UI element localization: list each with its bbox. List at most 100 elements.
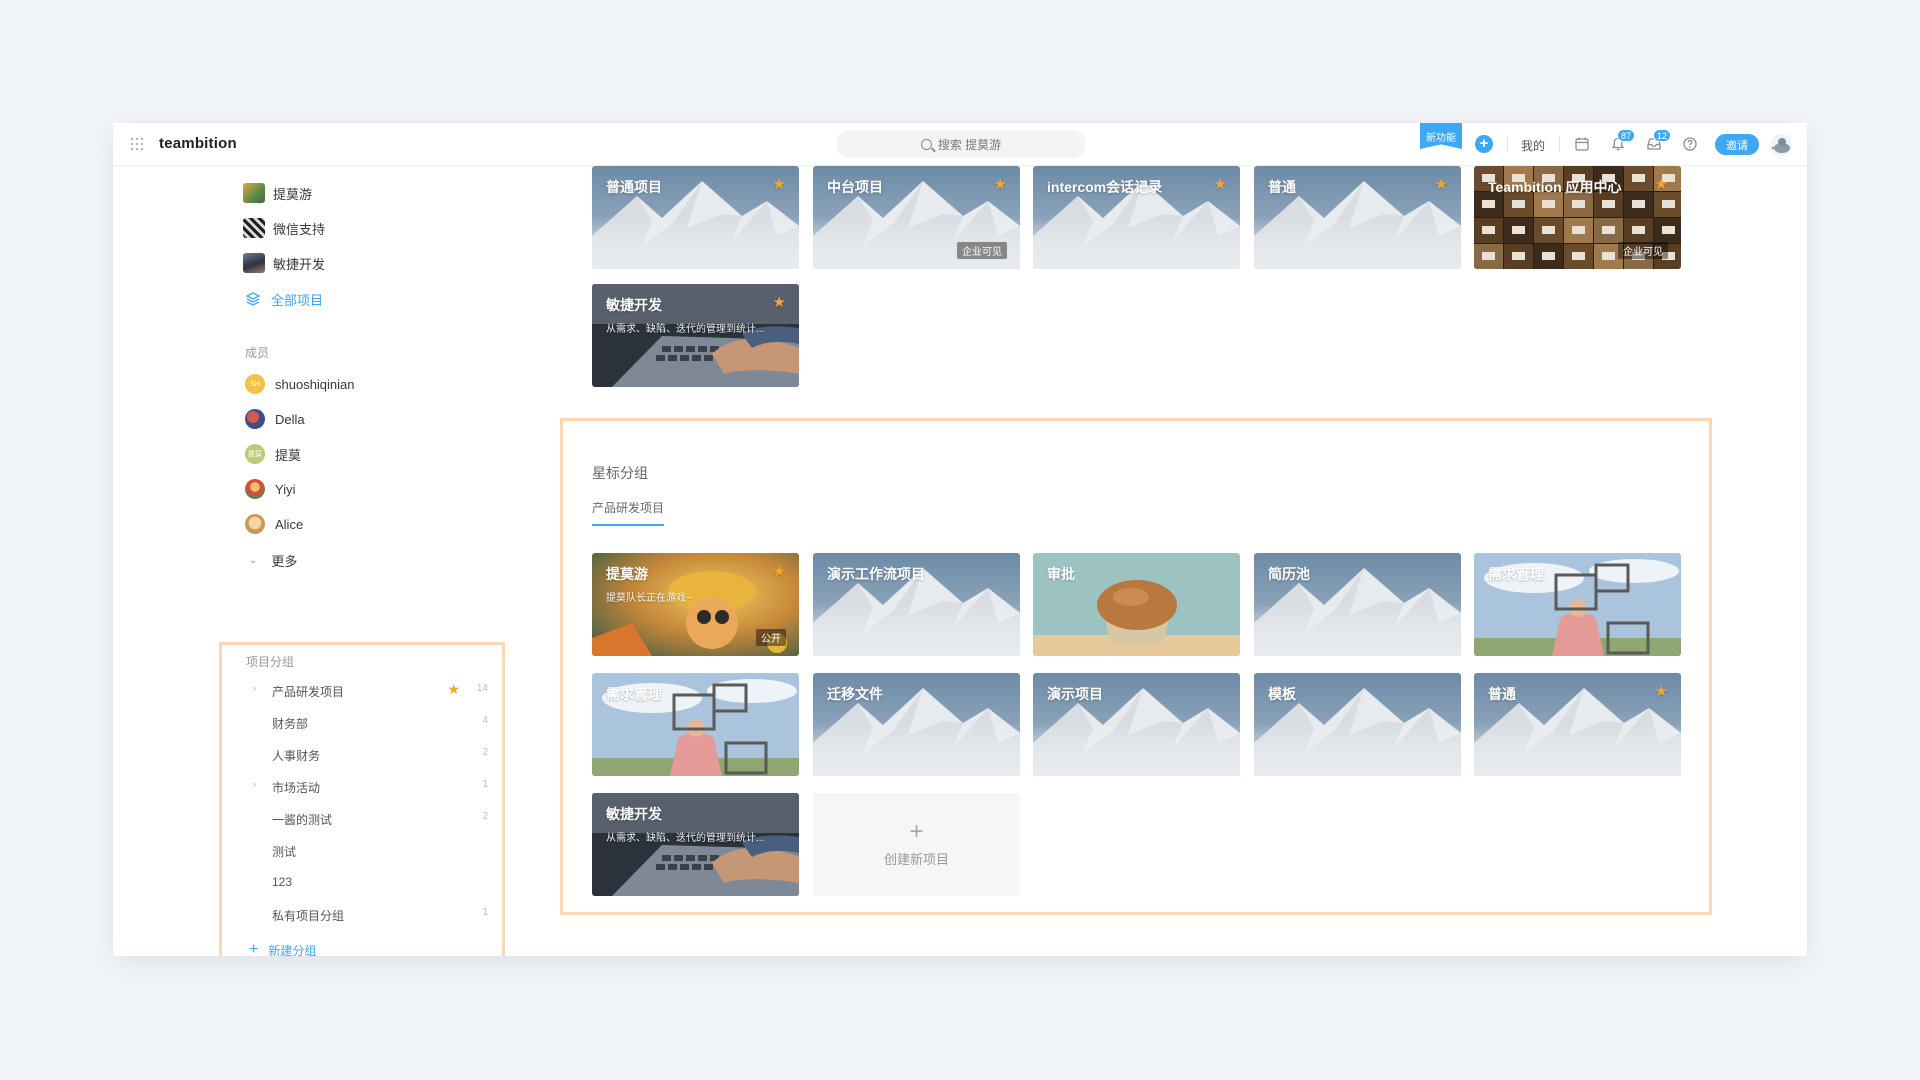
invite-button[interactable]: 邀请 [1715, 134, 1759, 155]
project-group-name: 一酱的测试 [272, 813, 333, 827]
sidebar-all-projects[interactable]: 全部项目 [245, 288, 323, 310]
star-icon[interactable]: ★ [994, 175, 1007, 193]
member-item[interactable]: Della [245, 408, 305, 430]
project-card[interactable]: 普通项目 ★ [592, 166, 799, 269]
starred-groups-section: 星标分组 产品研发项目 提莫游 提莫队长正在游戏~ ★ 公开 演示工作流项目 审批 简历池需… [560, 418, 1712, 915]
layers-icon [245, 292, 261, 306]
plus-icon: + [249, 941, 259, 956]
project-group-name: 人事财务 [272, 749, 321, 763]
project-card[interactable]: 审批 [1033, 553, 1240, 656]
star-icon[interactable]: ★ [1655, 682, 1668, 700]
chevron-down-icon: ⌄ [249, 554, 258, 566]
member-name: shuoshiqinian [275, 376, 355, 392]
tab-product-dev[interactable]: 产品研发项目 [592, 499, 665, 526]
project-thumbnail [243, 218, 265, 238]
inbox-badge: 12 [1653, 129, 1672, 142]
star-icon[interactable]: ★ [1214, 175, 1227, 193]
project-card[interactable]: 模板 [1254, 673, 1461, 776]
project-card-title: 提莫游 [606, 566, 648, 582]
project-group-item[interactable]: 财务部 4 [222, 711, 502, 733]
user-avatar[interactable] [1769, 133, 1793, 157]
star-icon[interactable]: ★ [1435, 175, 1448, 193]
project-card-title: 审批 [1047, 566, 1075, 582]
member-name: Yiyi [275, 481, 296, 497]
project-card-desc: 从需求、缺陷、迭代的管理到统计... [606, 324, 765, 335]
create-project-card[interactable]: + 创建新项目 [813, 793, 1020, 896]
project-thumbnail [243, 253, 265, 273]
apps-grid-icon[interactable] [131, 138, 143, 150]
sidebar-project-label: 敏捷开发 [273, 256, 326, 272]
member-avatar: SH [245, 374, 265, 394]
members-more[interactable]: ⌄ 更多 [249, 549, 297, 571]
project-group-name: 123 [272, 875, 293, 889]
member-item[interactable]: Alice [245, 513, 303, 535]
project-group-name: 私有项目分组 [272, 909, 345, 923]
project-group-item[interactable]: 测试 [222, 839, 502, 861]
project-card[interactable]: 需求管理 [592, 673, 799, 776]
project-card[interactable]: 普通 ★ [1254, 166, 1461, 269]
new-feature-ribbon[interactable]: 新功能 [1420, 123, 1462, 149]
help-icon[interactable] [1682, 136, 1698, 152]
chevron-right-icon[interactable]: › [253, 683, 256, 693]
project-card-title: 演示工作流项目 [827, 566, 925, 582]
sidebar-project-agile[interactable]: 敏捷开发 [243, 252, 325, 274]
add-icon[interactable]: + [1475, 135, 1493, 153]
project-groups-panel: 项目分组 › 产品研发项目 ★ 14 财务部 4 人事财务 2 › 市场活动 1 一酱的测试 2 测试 12… [219, 642, 505, 956]
star-icon[interactable]: ★ [773, 562, 786, 580]
member-name: Della [275, 411, 305, 427]
star-icon[interactable]: ★ [773, 175, 786, 193]
sidebar-all-projects-label: 全部项目 [271, 292, 324, 308]
project-card[interactable]: 演示项目 [1033, 673, 1240, 776]
project-card-title: Teambition 应用中心 [1488, 179, 1622, 195]
mine-link[interactable]: 我的 [1521, 137, 1545, 154]
chevron-right-icon[interactable]: › [253, 779, 256, 789]
project-group-name: 产品研发项目 [272, 685, 345, 699]
project-group-item[interactable]: 一酱的测试 2 [222, 807, 502, 829]
project-card[interactable]: 普通 ★ [1474, 673, 1681, 776]
project-card[interactable]: 提莫游 提莫队长正在游戏~ ★ 公开 [592, 553, 799, 656]
app-window: teambition 搜索 提莫游 新功能 + 我的 87 12 邀请 提莫游 … [113, 123, 1807, 956]
search-input[interactable]: 搜索 提莫游 [836, 130, 1086, 158]
sidebar-project-wechat[interactable]: 微信支持 [243, 217, 325, 239]
project-card-title: 普通 [1268, 179, 1296, 195]
project-group-name: 财务部 [272, 717, 309, 731]
new-group-button[interactable]: + 新建分组 [249, 941, 316, 956]
project-card[interactable]: 迁移文件 [813, 673, 1020, 776]
project-group-item[interactable]: 123 [222, 871, 502, 893]
member-item[interactable]: Yiyi [245, 478, 295, 500]
project-group-item[interactable]: › 产品研发项目 ★ 14 [222, 679, 502, 701]
project-group-name: 测试 [272, 845, 297, 859]
project-card-title: 模板 [1268, 686, 1296, 702]
project-card[interactable]: 简历池 [1254, 553, 1461, 656]
notification-badge: 87 [1617, 129, 1636, 142]
project-card[interactable]: intercom会话记录 ★ [1033, 166, 1240, 269]
star-icon[interactable]: ★ [773, 293, 786, 311]
project-card[interactable]: 演示工作流项目 [813, 553, 1020, 656]
project-card-title: 迁移文件 [827, 686, 883, 702]
search-icon [920, 138, 932, 150]
project-card-title: 敏捷开发 [606, 806, 662, 822]
project-card[interactable]: 需求管理 [1474, 553, 1681, 656]
project-group-item[interactable]: 私有项目分组 1 [222, 903, 502, 925]
project-groups-heading: 项目分组 [246, 655, 295, 669]
sidebar-project-timoyou[interactable]: 提莫游 [243, 182, 312, 204]
star-icon[interactable]: ★ [1655, 175, 1668, 193]
project-group-count: 14 [476, 683, 488, 694]
project-card[interactable]: 敏捷开发从需求、缺陷、迭代的管理到统计... [592, 793, 799, 896]
member-item[interactable]: SH shuoshiqinian [245, 373, 355, 395]
app-logo[interactable]: teambition [159, 135, 237, 152]
project-group-count: 2 [482, 747, 488, 758]
project-group-name: 市场活动 [272, 781, 321, 795]
project-group-item[interactable]: 人事财务 2 [222, 743, 502, 765]
star-icon[interactable]: ★ [447, 681, 460, 698]
member-item[interactable]: 提莫 提莫 [245, 443, 301, 465]
project-card[interactable]: Teambition 应用中心 ★ 企业可见 [1474, 166, 1681, 269]
calendar-icon[interactable] [1574, 136, 1590, 152]
divider [1559, 137, 1560, 152]
project-card[interactable]: 中台项目 ★ 企业可见 [813, 166, 1020, 269]
divider [1507, 137, 1508, 152]
sidebar: 提莫游 微信支持 敏捷开发 全部项目 成员 SH shuoshiqinian D… [113, 166, 573, 956]
project-card[interactable]: 敏捷开发 从需求、缺陷、迭代的管理到统计... ★ [592, 284, 799, 387]
project-group-item[interactable]: › 市场活动 1 [222, 775, 502, 797]
project-card-desc: 从需求、缺陷、迭代的管理到统计... [606, 833, 765, 844]
